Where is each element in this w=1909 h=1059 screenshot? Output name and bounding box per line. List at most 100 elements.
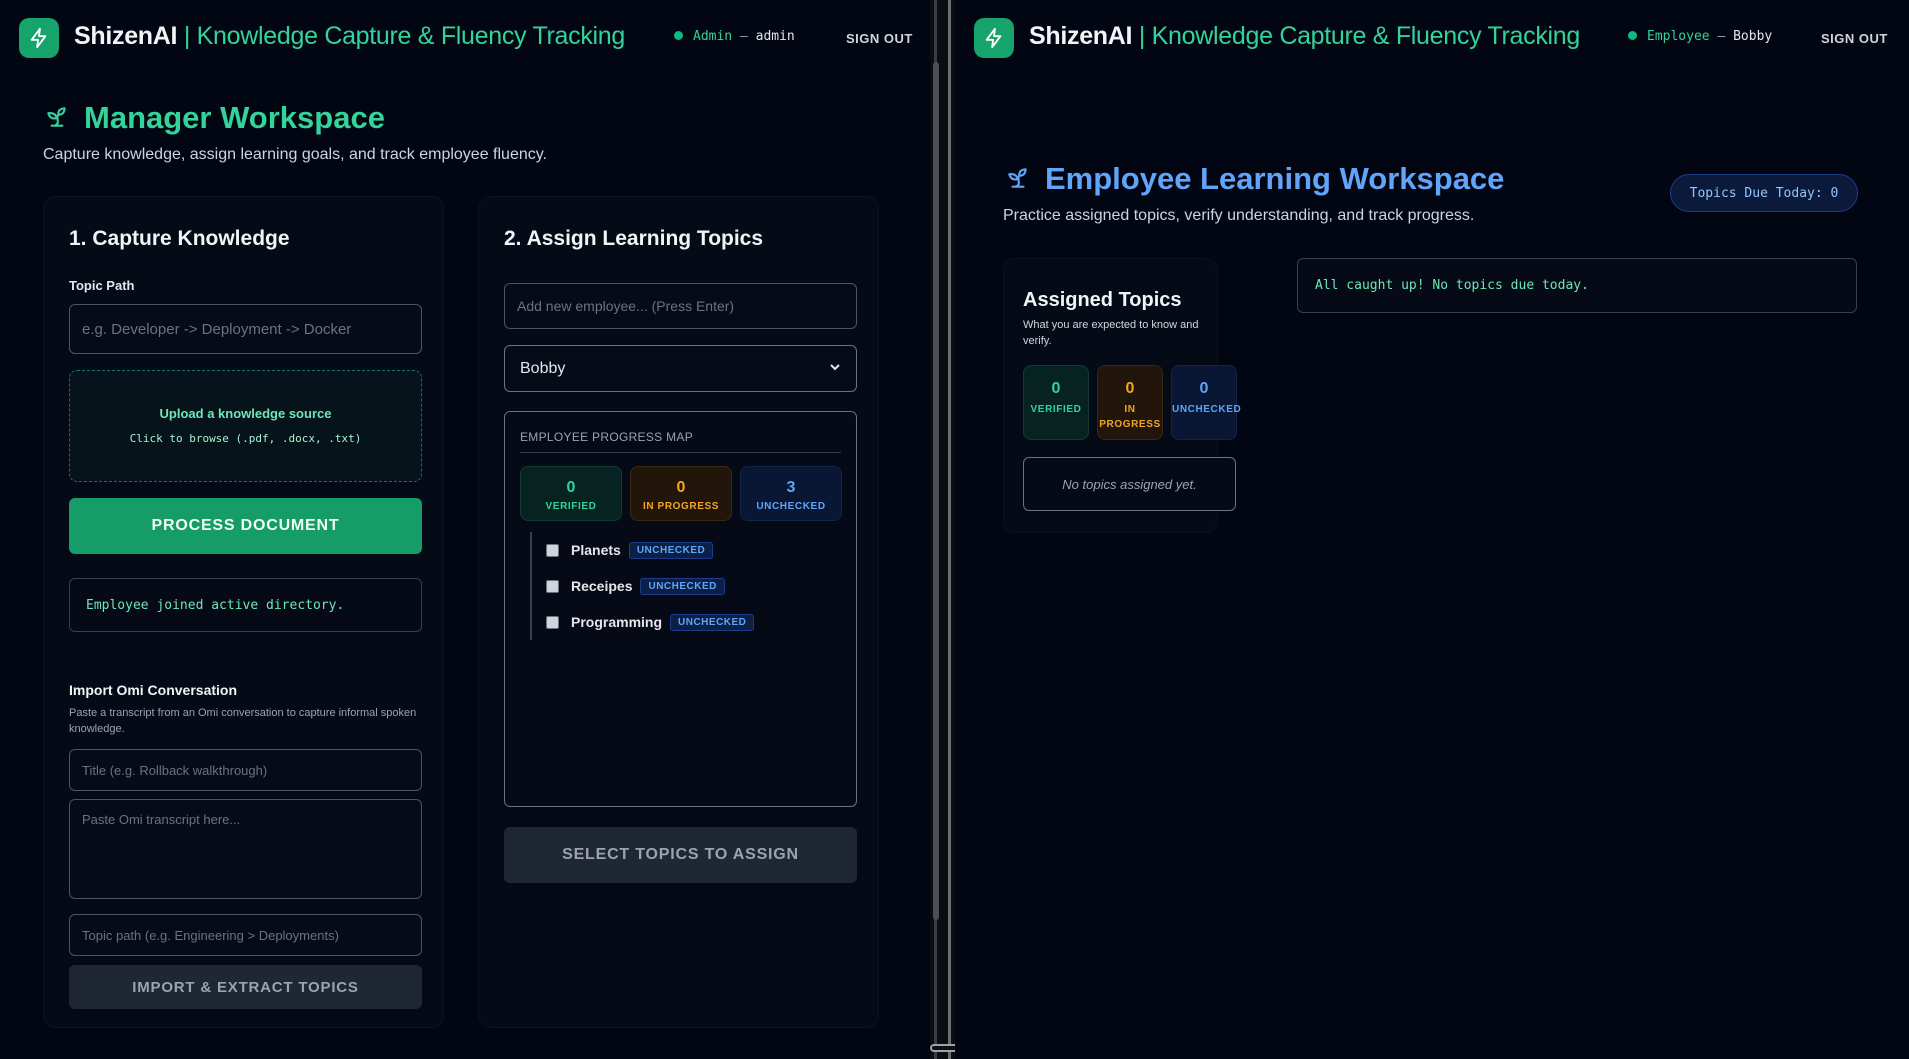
omi-title-input[interactable]: Title (e.g. Rollback walkthrough) bbox=[69, 749, 422, 791]
page-title: Employee Learning Workspace bbox=[1005, 161, 1504, 199]
topic-row[interactable]: Programming UNCHECKED bbox=[530, 604, 755, 640]
in-progress-label: IN PROGRESS bbox=[642, 501, 720, 512]
header: ShizenAI | Knowledge Capture & Fluency T… bbox=[955, 0, 1909, 78]
unchecked-stat: 0 UNCHECKED bbox=[1171, 365, 1242, 440]
upload-title: Upload a knowledge source bbox=[159, 406, 332, 421]
unchecked-label: UNCHECKED bbox=[756, 501, 826, 512]
manager-pane: ShizenAI | Knowledge Capture & Fluency T… bbox=[0, 0, 930, 1059]
page-title-text: Manager Workspace bbox=[84, 100, 385, 135]
assign-topics-card: 2. Assign Learning Topics Add new employ… bbox=[478, 196, 879, 1028]
lightning-logo-icon bbox=[974, 18, 1014, 58]
topic-name: Programming bbox=[571, 614, 663, 630]
process-document-button[interactable]: PROCESS DOCUMENT bbox=[69, 498, 422, 554]
status-badge: UNCHECKED bbox=[628, 541, 714, 559]
due-status-message: All caught up! No topics due today. bbox=[1297, 258, 1857, 313]
empty-topics-message: No topics assigned yet. bbox=[1023, 457, 1236, 511]
user-name: admin bbox=[755, 29, 795, 44]
brand-title: ShizenAI | Knowledge Capture & Fluency T… bbox=[1029, 22, 1580, 51]
verified-stat: 0 VERIFIED bbox=[520, 466, 622, 521]
brand-separator: | bbox=[1132, 22, 1152, 50]
employee-select[interactable]: Bobby bbox=[504, 345, 857, 392]
topic-name: Receipes bbox=[571, 578, 633, 594]
brand-tagline: Knowledge Capture & Fluency Tracking bbox=[1151, 22, 1581, 50]
in-progress-stat: 0 IN PROGRESS bbox=[630, 466, 732, 521]
topic-checkbox[interactable] bbox=[546, 579, 559, 593]
status-badge: UNCHECKED bbox=[640, 577, 725, 595]
assigned-description: What you are expected to know and verify… bbox=[1023, 319, 1199, 347]
verified-label: VERIFIED bbox=[1030, 404, 1082, 415]
assigned-topics-card: Assigned Topics What you are expected to… bbox=[1003, 258, 1241, 533]
in-progress-count: 0 bbox=[676, 479, 686, 496]
topic-checkbox[interactable] bbox=[546, 615, 559, 629]
page-subtitle: Capture knowledge, assign learning goals… bbox=[43, 146, 547, 163]
status-badge: UNCHECKED bbox=[670, 613, 755, 631]
omi-topic-path-input[interactable]: Topic path (e.g. Engineering > Deploymen… bbox=[69, 914, 422, 956]
capture-knowledge-card: 1. Capture Knowledge Topic Path e.g. Dev… bbox=[43, 196, 444, 1028]
sign-out-button[interactable]: SIGN OUT bbox=[846, 31, 913, 46]
in-progress-stat: 0 IN PROGRESS bbox=[1097, 365, 1163, 440]
chevron-down-icon bbox=[829, 360, 841, 378]
omi-import-title: Import Omi Conversation bbox=[69, 682, 238, 698]
employee-pane: ShizenAI | Knowledge Capture & Fluency T… bbox=[955, 0, 1909, 1059]
split-view: ShizenAI | Knowledge Capture & Fluency T… bbox=[0, 0, 1909, 1059]
brand-name: ShizenAI bbox=[1029, 22, 1133, 50]
unchecked-label: UNCHECKED bbox=[1172, 404, 1242, 415]
topic-name: Planets bbox=[571, 542, 621, 558]
lightning-logo-icon bbox=[19, 18, 59, 58]
in-progress-label-line1: IN bbox=[1124, 404, 1136, 415]
scrollbar-thumb[interactable] bbox=[933, 62, 939, 920]
import-extract-button[interactable]: IMPORT & EXTRACT TOPICS bbox=[69, 965, 422, 1009]
sprout-icon bbox=[44, 102, 70, 138]
topic-row[interactable]: Planets UNCHECKED bbox=[530, 532, 714, 568]
upload-hint: Click to browse (.pdf, .docx, .txt) bbox=[129, 432, 362, 445]
sprout-icon bbox=[1005, 163, 1031, 199]
verified-count: 0 bbox=[1051, 380, 1061, 397]
unchecked-count: 3 bbox=[786, 479, 796, 496]
verified-stat: 0 VERIFIED bbox=[1023, 365, 1089, 440]
page-subtitle: Practice assigned topics, verify underst… bbox=[1003, 207, 1475, 224]
page-title: Manager Workspace bbox=[44, 100, 385, 138]
brand-tagline: Knowledge Capture & Fluency Tracking bbox=[196, 22, 626, 50]
topic-path-label: Topic Path bbox=[69, 278, 135, 293]
progress-map-heading: EMPLOYEE PROGRESS MAP bbox=[520, 430, 694, 444]
topic-checkbox[interactable] bbox=[546, 543, 559, 557]
user-chip: Admin — admin bbox=[674, 29, 795, 44]
user-chip: Employee — Bobby bbox=[1628, 29, 1772, 44]
user-role: Admin bbox=[693, 29, 733, 44]
omi-transcript-textarea[interactable]: Paste Omi transcript here... bbox=[69, 799, 422, 899]
brand-separator: | bbox=[177, 22, 197, 50]
user-role: Employee bbox=[1647, 29, 1710, 44]
capture-heading: 1. Capture Knowledge bbox=[69, 227, 290, 250]
unchecked-count: 0 bbox=[1199, 380, 1209, 397]
brand-name: ShizenAI bbox=[74, 22, 178, 50]
upload-dropzone[interactable]: Upload a knowledge source Click to brows… bbox=[69, 370, 422, 482]
verified-count: 0 bbox=[566, 479, 576, 496]
employee-select-value: Bobby bbox=[520, 359, 566, 377]
in-progress-label-line2: PROGRESS bbox=[1099, 419, 1161, 430]
status-message: Employee joined active directory. bbox=[69, 578, 422, 632]
user-separator: — bbox=[732, 29, 756, 44]
sign-out-button[interactable]: SIGN OUT bbox=[1821, 31, 1888, 46]
assign-topics-button[interactable]: SELECT TOPICS TO ASSIGN bbox=[504, 827, 857, 883]
divider bbox=[520, 452, 841, 453]
user-separator: — bbox=[1709, 29, 1734, 44]
user-name: Bobby bbox=[1733, 29, 1773, 44]
page-title-text: Employee Learning Workspace bbox=[1045, 161, 1505, 196]
header: ShizenAI | Knowledge Capture & Fluency T… bbox=[0, 0, 930, 78]
assigned-heading: Assigned Topics bbox=[1023, 289, 1182, 311]
employee-progress-map: EMPLOYEE PROGRESS MAP 0 VERIFIED 0 IN PR… bbox=[504, 411, 857, 807]
in-progress-count: 0 bbox=[1125, 380, 1135, 397]
online-status-icon bbox=[674, 31, 683, 40]
topics-due-badge: Topics Due Today: 0 bbox=[1670, 174, 1858, 212]
divider-line bbox=[948, 0, 951, 1059]
topic-path-input[interactable]: e.g. Developer -> Deployment -> Docker bbox=[69, 304, 422, 354]
online-status-icon bbox=[1628, 31, 1637, 40]
assign-heading: 2. Assign Learning Topics bbox=[504, 227, 764, 250]
unchecked-stat: 3 UNCHECKED bbox=[740, 466, 842, 521]
omi-import-description: Paste a transcript from an Omi conversat… bbox=[69, 707, 417, 735]
topic-row[interactable]: Receipes UNCHECKED bbox=[530, 568, 725, 604]
add-employee-input[interactable]: Add new employee... (Press Enter) bbox=[504, 283, 857, 329]
split-divider[interactable] bbox=[930, 0, 970, 1059]
brand-title: ShizenAI | Knowledge Capture & Fluency T… bbox=[74, 22, 625, 51]
verified-label: VERIFIED bbox=[545, 501, 597, 512]
